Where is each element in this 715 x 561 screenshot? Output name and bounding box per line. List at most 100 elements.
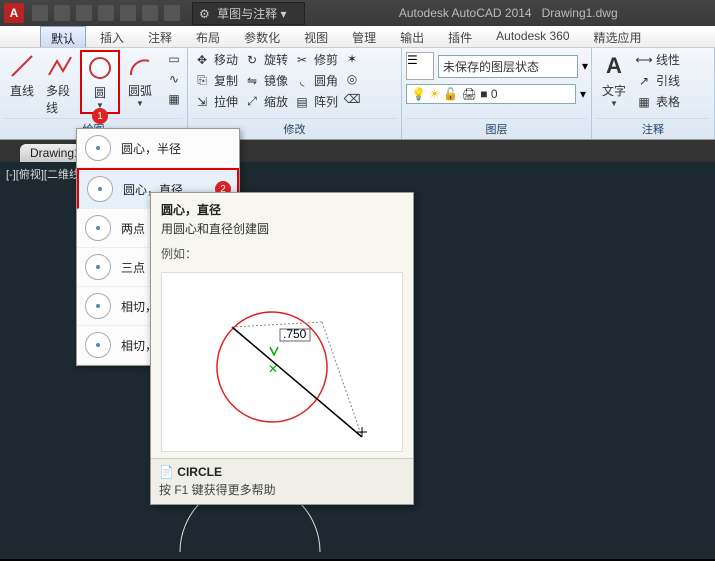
spline-icon: ∿ — [166, 71, 182, 87]
leader-icon: ↗ — [636, 73, 652, 89]
draw-misc-1[interactable]: ▭ — [164, 50, 184, 68]
tab-annotate[interactable]: 注释 — [138, 26, 182, 47]
panel-annotation: A 文字 ▼ ⟷线性 ↗引线 ▦表格 注释 — [592, 48, 715, 139]
tab-insert[interactable]: 插入 — [90, 26, 134, 47]
qat-open-icon[interactable] — [54, 5, 70, 21]
draw-misc-3[interactable]: ▦ — [164, 90, 184, 108]
quick-access-toolbar — [32, 5, 180, 21]
rotate-icon: ↻ — [244, 52, 260, 68]
command-name: CIRCLE — [177, 465, 222, 479]
stretch-icon: ⇲ — [194, 94, 210, 110]
mirror-icon: ⇋ — [244, 73, 260, 89]
tab-featured[interactable]: 精选应用 — [584, 26, 652, 47]
ribbon-tabs: 默认 插入 注释 布局 参数化 视图 管理 输出 插件 Autodesk 360… — [0, 26, 715, 48]
line-icon — [8, 52, 36, 80]
dd-label: 两点 — [121, 220, 145, 237]
ribbon: 直线 多段线 圆 ▼ 1 圆弧 ▼ ▭ ∿ ▦ 绘图 — [0, 48, 715, 140]
fillet-button[interactable]: ◟圆角 — [292, 71, 340, 90]
tooltip-footer: 📄 CIRCLE 按 F1 键获得更多帮助 — [151, 458, 413, 504]
table-button[interactable]: ▦表格 — [634, 92, 682, 111]
workspace-label: 草图与注释 — [217, 7, 277, 21]
workspace-selector[interactable]: 草图与注释 ▾ — [192, 2, 305, 25]
polyline-button[interactable]: 多段线 — [42, 50, 78, 118]
scale-button[interactable]: ⤢缩放 — [242, 92, 290, 111]
linear-dim-button[interactable]: ⟷线性 — [634, 50, 682, 69]
text-button[interactable]: A 文字 ▼ — [596, 50, 632, 110]
modify-misc-3[interactable]: ⌫ — [342, 90, 362, 108]
layer-current-combo[interactable]: 💡 ☀ 🔓 🖨 ■ 0 — [406, 84, 576, 104]
qat-new-icon[interactable] — [32, 5, 48, 21]
tab-a360[interactable]: Autodesk 360 — [486, 26, 579, 47]
array-button[interactable]: ▤阵列 — [292, 92, 340, 111]
circle-icon — [86, 54, 114, 82]
doc-tab-label: Drawing1 — [30, 146, 81, 160]
stretch-button[interactable]: ⇲拉伸 — [192, 92, 240, 111]
layer-props-icon[interactable]: ☰ — [406, 52, 434, 80]
chevron-down-icon[interactable]: ▾ — [580, 87, 586, 101]
stretch-label: 拉伸 — [214, 93, 238, 110]
arc-icon — [126, 52, 154, 80]
trim-label: 修剪 — [314, 51, 338, 68]
offset-icon: ◎ — [344, 71, 360, 87]
modify-misc-2[interactable]: ◎ — [342, 70, 362, 88]
command-icon: 📄 — [159, 465, 174, 479]
hatch-icon: ▦ — [166, 91, 182, 107]
chevron-down-icon[interactable]: ▼ — [610, 99, 618, 108]
array-icon: ▤ — [294, 94, 310, 110]
tab-layout[interactable]: 布局 — [186, 26, 230, 47]
layer-state-combo[interactable]: 未保存的图层状态 — [438, 55, 578, 78]
trim-button[interactable]: ✂修剪 — [292, 50, 340, 69]
line-button[interactable]: 直线 — [4, 50, 40, 101]
tooltip-example-label: 例如： — [151, 241, 413, 266]
circle-radius-icon — [85, 135, 111, 161]
chevron-down-icon[interactable]: ▾ — [582, 59, 588, 73]
tab-output[interactable]: 输出 — [390, 26, 434, 47]
tab-default[interactable]: 默认 — [40, 26, 86, 47]
arc-button[interactable]: 圆弧 ▼ — [122, 50, 158, 110]
tooltip-help-hint: 按 F1 键获得更多帮助 — [159, 481, 405, 498]
rotate-label: 旋转 — [264, 51, 288, 68]
circle-center-radius-item[interactable]: 圆心，半径 — [77, 129, 239, 168]
rotate-button[interactable]: ↻旋转 — [242, 50, 290, 69]
copy-button[interactable]: ⎘复制 — [192, 71, 240, 90]
panel-layer-label: 图层 — [406, 118, 587, 139]
arc-label: 圆弧 — [128, 82, 152, 99]
linear-label: 线性 — [656, 51, 680, 68]
modify-misc-1[interactable]: ✶ — [342, 50, 362, 68]
fillet-label: 圆角 — [314, 72, 338, 89]
app-logo[interactable]: A — [4, 3, 24, 23]
dd-label: 三点 — [121, 259, 145, 276]
tab-plugins[interactable]: 插件 — [438, 26, 482, 47]
tooltip-illustration: .750 ✕ — [161, 272, 403, 452]
chevron-down-icon[interactable]: ▼ — [136, 99, 144, 108]
line-label: 直线 — [10, 82, 34, 99]
scale-label: 缩放 — [264, 93, 288, 110]
qat-save-icon[interactable] — [76, 5, 92, 21]
qat-saveas-icon[interactable] — [98, 5, 114, 21]
move-button[interactable]: ✥移动 — [192, 50, 240, 69]
leader-button[interactable]: ↗引线 — [634, 71, 682, 90]
tab-view[interactable]: 视图 — [294, 26, 338, 47]
draw-misc-2[interactable]: ∿ — [164, 70, 184, 88]
circle-split-button[interactable]: 圆 ▼ 1 — [80, 50, 120, 114]
layer-current-name: 0 — [491, 87, 498, 101]
annotation-badge-1: 1 — [92, 108, 108, 124]
tooltip-window: 圆心，直径 用圆心和直径创建圆 例如： .750 ✕ 📄 CIRCLE 按 F1… — [150, 192, 414, 505]
array-label: 阵列 — [314, 93, 338, 110]
copy-icon: ⎘ — [194, 73, 210, 89]
panel-draw: 直线 多段线 圆 ▼ 1 圆弧 ▼ ▭ ∿ ▦ 绘图 — [0, 48, 188, 139]
tab-parametric[interactable]: 参数化 — [234, 26, 290, 47]
polyline-icon — [46, 52, 74, 80]
tooltip-desc: 用圆心和直径创建圆 — [151, 220, 413, 241]
rect-icon: ▭ — [166, 51, 182, 67]
file-name: Drawing1.dwg — [542, 6, 618, 20]
panel-modify: ✥移动 ⎘复制 ⇲拉伸 ↻旋转 ⇋镜像 ⤢缩放 ✂修剪 ◟圆角 ▤阵列 ✶ ◎ … — [188, 48, 402, 139]
qat-redo-icon[interactable] — [164, 5, 180, 21]
qat-undo-icon[interactable] — [142, 5, 158, 21]
mirror-button[interactable]: ⇋镜像 — [242, 71, 290, 90]
text-label: 文字 — [602, 82, 626, 99]
fillet-icon: ◟ — [294, 73, 310, 89]
tooltip-command: 📄 CIRCLE — [159, 465, 405, 479]
tab-manage[interactable]: 管理 — [342, 26, 386, 47]
qat-print-icon[interactable] — [120, 5, 136, 21]
